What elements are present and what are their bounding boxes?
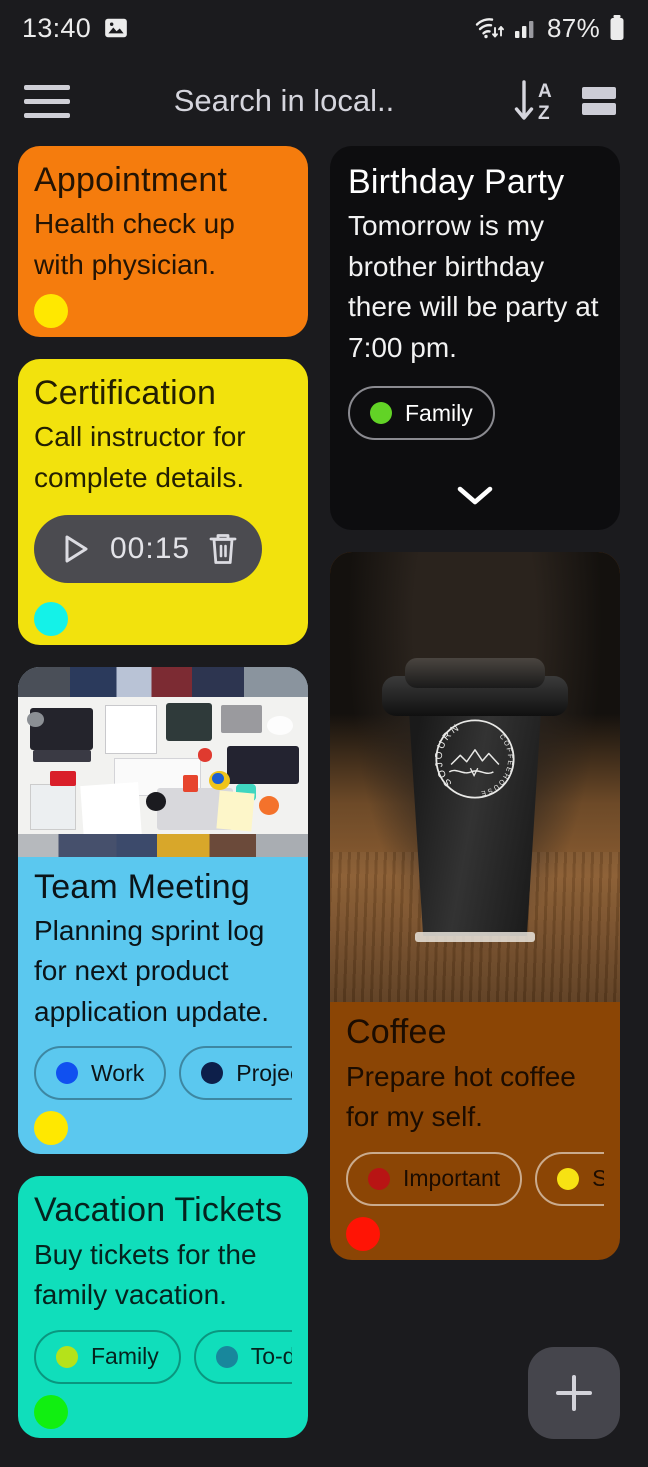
tag-label: Family xyxy=(405,399,473,426)
hamburger-bar xyxy=(24,112,70,118)
note-tag[interactable]: Family xyxy=(348,386,495,441)
tag-label: Project xyxy=(236,1059,292,1086)
hamburger-menu-icon[interactable] xyxy=(20,79,72,123)
note-tags: Family To-do xyxy=(34,1329,292,1386)
note-color-dot xyxy=(346,1216,380,1251)
notes-board: Appointment Health check up with physici… xyxy=(0,146,648,1467)
audio-duration: 00:15 xyxy=(110,531,191,565)
battery-percent: 87% xyxy=(547,12,600,43)
play-icon[interactable] xyxy=(56,530,94,568)
note-color-dot xyxy=(34,1111,68,1146)
plus-icon xyxy=(556,1375,592,1411)
hamburger-bar xyxy=(24,98,70,104)
status-time: 13:40 xyxy=(22,12,92,43)
note-title: Vacation Tickets xyxy=(34,1191,283,1230)
note-body: Call instructor for complete details. xyxy=(34,421,246,493)
add-note-button[interactable] xyxy=(528,1347,620,1439)
tag-label: Work xyxy=(91,1059,145,1086)
coffee-cup-lid-top xyxy=(405,658,545,689)
tag-color-dot xyxy=(56,1062,78,1085)
note-color-dot xyxy=(34,601,68,636)
tag-label: Important xyxy=(403,1165,501,1192)
note-card-vacation-tickets[interactable]: Vacation Tickets Buy tickets for the fam… xyxy=(18,1176,308,1438)
note-body: Tomorrow is my brother birthday there wi… xyxy=(348,210,599,363)
note-tag[interactable]: To-do xyxy=(193,1329,292,1384)
note-tags: Work Project xyxy=(34,1046,292,1102)
note-tag[interactable]: Solo xyxy=(535,1151,604,1206)
tag-label: Solo xyxy=(592,1165,604,1192)
note-tag[interactable]: Project xyxy=(179,1046,292,1101)
note-color-dot xyxy=(34,294,68,329)
note-color-dot xyxy=(34,1394,68,1429)
svg-text:SOJOURN: SOJOURN xyxy=(434,722,463,789)
note-tag[interactable]: Important xyxy=(346,1151,523,1206)
note-color-bar xyxy=(34,1102,292,1154)
list-view-icon[interactable] xyxy=(570,72,628,130)
svg-text:Z: Z xyxy=(538,103,550,124)
note-title: Coffee xyxy=(346,1013,447,1052)
status-bar-left: 13:40 xyxy=(22,13,129,44)
search-input[interactable]: Search in local.. xyxy=(78,83,500,119)
coffee-cup-photo: SOJOURN COFFEEHOUSE xyxy=(330,552,620,1003)
note-color-bar xyxy=(34,285,292,337)
note-card-appointment[interactable]: Appointment Health check up with physici… xyxy=(18,146,308,338)
note-tags: Family xyxy=(348,386,602,442)
note-card-team-meeting[interactable]: Team Meeting Planning sprint log for nex… xyxy=(18,666,308,1155)
note-body: Planning sprint log for next product app… xyxy=(34,914,270,1027)
note-card-coffee[interactable]: SOJOURN COFFEEHOUSE Coffee Prepare hot c… xyxy=(330,552,620,1260)
note-card-birthday-party[interactable]: Birthday Party Tomorrow is my brother bi… xyxy=(330,146,620,531)
note-color-bar xyxy=(34,593,292,645)
image-icon xyxy=(103,15,129,41)
note-tag[interactable]: Work xyxy=(34,1046,167,1101)
note-card-certification[interactable]: Certification Call instructor for comple… xyxy=(18,359,308,645)
note-content: Team Meeting Planning sprint log for nex… xyxy=(18,857,308,1155)
tag-color-dot xyxy=(370,402,392,425)
note-body: Prepare hot coffee for my self. xyxy=(346,1060,576,1133)
note-color-bar xyxy=(34,1386,292,1438)
svg-text:A: A xyxy=(538,81,552,102)
audio-player[interactable]: 00:15 xyxy=(34,514,263,583)
team-meeting-photo xyxy=(18,666,308,857)
app-toolbar: Search in local.. A Z xyxy=(0,56,648,146)
wifi-icon xyxy=(473,15,505,41)
note-content: Coffee Prepare hot coffee for my self. I… xyxy=(330,1002,620,1259)
note-tags: Important Solo xyxy=(346,1151,604,1208)
tag-color-dot xyxy=(368,1167,390,1190)
tag-label: Family xyxy=(91,1343,159,1370)
tag-color-dot xyxy=(56,1345,78,1368)
status-bar-right: 87% xyxy=(473,13,626,44)
chevron-down-icon[interactable] xyxy=(348,460,602,530)
svg-text:COFFEEHOUSE: COFFEEHOUSE xyxy=(479,734,514,798)
signal-icon xyxy=(513,16,539,40)
hamburger-bar xyxy=(24,84,70,90)
battery-icon xyxy=(608,14,626,42)
trash-icon[interactable] xyxy=(206,530,240,568)
tag-color-dot xyxy=(201,1062,224,1085)
note-body: Buy tickets for the family vacation. xyxy=(34,1238,257,1311)
notes-column-right: Birthday Party Tomorrow is my brother bi… xyxy=(330,146,620,1467)
note-title: Birthday Party xyxy=(348,163,565,201)
notes-column-left: Appointment Health check up with physici… xyxy=(18,146,308,1467)
sojourn-coffeehouse-logo-icon: SOJOURN COFFEEHOUSE xyxy=(434,719,515,800)
status-bar: 13:40 87% xyxy=(0,0,648,56)
note-title: Certification xyxy=(34,374,217,413)
tag-label: To-do xyxy=(250,1343,292,1370)
tag-color-dot xyxy=(215,1345,238,1368)
note-tag[interactable]: Family xyxy=(34,1329,181,1384)
tag-color-dot xyxy=(557,1167,580,1190)
note-title: Team Meeting xyxy=(34,867,250,906)
note-title: Appointment xyxy=(34,161,228,199)
sort-a-z-icon[interactable]: A Z xyxy=(506,72,564,130)
coffee-cup-base xyxy=(415,932,535,943)
note-color-bar xyxy=(346,1208,604,1260)
note-body: Health check up with physician. xyxy=(34,208,235,280)
